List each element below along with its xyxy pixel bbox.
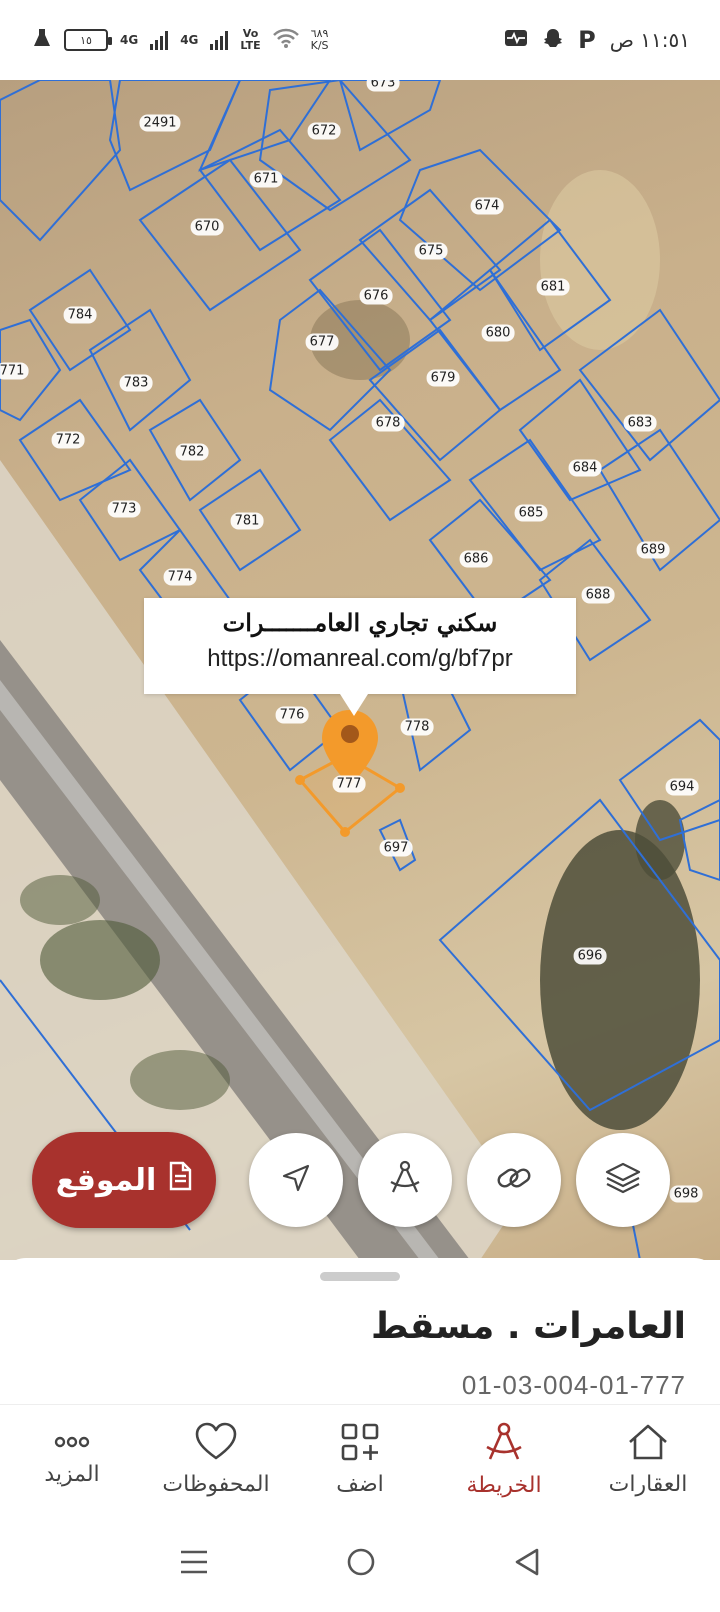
heartbeat-icon <box>504 28 528 53</box>
snapchat-icon <box>542 27 564 54</box>
nav-item-map[interactable]: الخريطة <box>432 1405 576 1514</box>
plot-label[interactable]: 677 <box>305 333 339 351</box>
grid-add-icon <box>340 1422 380 1466</box>
plot-label[interactable]: 679 <box>426 369 460 387</box>
plot-label[interactable]: 772 <box>51 431 85 449</box>
volte-bottom: LTE <box>240 39 261 52</box>
plot-label[interactable]: 678 <box>371 414 405 432</box>
parking-icon: P <box>578 26 596 54</box>
plot-label[interactable]: 670 <box>190 218 224 236</box>
satellite-map[interactable]: 673 2491 672 671 670 674 675 681 676 680… <box>0 80 720 1260</box>
property-location-title: العامرات . مسقط <box>370 1306 686 1347</box>
sheet-drag-handle[interactable] <box>320 1272 400 1281</box>
plot-label[interactable]: 773 <box>107 500 141 518</box>
signal-icon <box>210 30 229 50</box>
plot-label[interactable]: 688 <box>581 586 615 604</box>
wifi-icon <box>272 28 299 53</box>
flask-icon <box>32 27 52 54</box>
nav-label: الخريطة <box>466 1473 542 1498</box>
speed-indicator: ٦٨٩ K/S <box>311 28 329 52</box>
clock: ١١:٥١ ص <box>609 28 690 52</box>
compass-icon <box>482 1421 526 1467</box>
callout-url[interactable]: https://omanreal.com/g/bf7pr <box>144 645 576 673</box>
volte-label: Vo LTE <box>240 28 260 52</box>
plot-label[interactable]: 686 <box>459 550 493 568</box>
navigate-icon <box>279 1161 313 1199</box>
heart-icon <box>194 1422 238 1466</box>
plot-label[interactable]: 685 <box>514 504 548 522</box>
property-code: 01-03-004-01-777 <box>461 1370 686 1400</box>
speed-unit: K/S <box>310 39 329 52</box>
property-sheet[interactable]: العامرات . مسقط 01-03-004-01-777 <box>0 1258 720 1408</box>
plot-label[interactable]: 674 <box>470 197 504 215</box>
signal-label-2: 4G <box>180 33 199 47</box>
plot-label[interactable]: 681 <box>536 278 570 296</box>
plot-label[interactable]: 694 <box>665 778 699 796</box>
plot-label[interactable]: 784 <box>63 306 97 324</box>
plot-label[interactable]: 673 <box>366 80 400 92</box>
nav-item-more[interactable]: المزيد <box>0 1405 144 1514</box>
measure-button[interactable] <box>358 1133 452 1227</box>
layers-icon <box>603 1158 643 1202</box>
battery-icon: ١٥ <box>64 29 112 51</box>
plot-label[interactable]: 778 <box>400 718 434 736</box>
signal-label-1: 4G <box>120 33 139 47</box>
plot-label[interactable]: 2491 <box>139 114 181 132</box>
nav-label: العقارات <box>608 1472 688 1497</box>
battery-level: ١٥ <box>80 33 92 47</box>
plot-label[interactable]: 782 <box>175 443 209 461</box>
link-icon <box>494 1158 534 1202</box>
callout-title: سكني تجاري العامـــــــرات <box>222 608 498 637</box>
plot-label[interactable]: 680 <box>481 324 515 342</box>
plot-label[interactable]: 672 <box>307 122 341 140</box>
home-circle-icon[interactable] <box>346 1547 376 1581</box>
plot-label[interactable]: 771 <box>0 362 29 380</box>
plot-label[interactable]: 776 <box>275 706 309 724</box>
location-button[interactable]: الموقع <box>32 1132 216 1228</box>
plot-label[interactable]: 696 <box>573 947 607 965</box>
nav-item-add[interactable]: اضف <box>288 1405 432 1514</box>
plot-label[interactable]: 683 <box>623 414 657 432</box>
share-link-button[interactable] <box>467 1133 561 1227</box>
compass-measure-icon <box>385 1158 425 1202</box>
plot-label[interactable]: 676 <box>359 287 393 305</box>
navigate-button[interactable] <box>249 1133 343 1227</box>
plot-label[interactable]: 774 <box>163 568 197 586</box>
plot-callout[interactable]: سكني تجاري العامـــــــرات https://omanr… <box>144 598 576 716</box>
plot-label[interactable]: 783 <box>119 374 153 392</box>
status-bar: ١٥ 4G 4G Vo LTE ٦٨٩ K/S P ١١:٥١ ص <box>0 0 720 80</box>
plot-label[interactable]: 781 <box>230 512 264 530</box>
system-navigation <box>0 1516 720 1612</box>
layers-button[interactable] <box>576 1133 670 1227</box>
nav-item-properties[interactable]: العقارات <box>576 1405 720 1514</box>
nav-label: المحفوظات <box>162 1472 270 1497</box>
nav-label: اضف <box>336 1472 384 1497</box>
bottom-navigation: العقارات الخريطة اضف المحفوظات المزيد <box>0 1404 720 1514</box>
more-icon <box>52 1432 92 1456</box>
home-icon <box>626 1422 670 1466</box>
plot-label[interactable]: 697 <box>379 839 413 857</box>
plot-label[interactable]: 698 <box>669 1185 703 1203</box>
plot-label[interactable]: 671 <box>249 170 283 188</box>
back-icon[interactable] <box>513 1547 541 1581</box>
signal-icon <box>150 30 169 50</box>
plot-label[interactable]: 689 <box>636 541 670 559</box>
screen: ١٥ 4G 4G Vo LTE ٦٨٩ K/S P ١١:٥١ ص 673 24… <box>0 0 720 1612</box>
nav-label: المزيد <box>44 1462 100 1487</box>
document-icon <box>168 1161 192 1199</box>
nav-item-saved[interactable]: المحفوظات <box>144 1405 288 1514</box>
plot-label[interactable]: 777 <box>332 775 366 793</box>
location-button-label: الموقع <box>55 1162 157 1198</box>
plot-label[interactable]: 675 <box>414 242 448 260</box>
menu-icon[interactable] <box>179 1549 209 1579</box>
plot-label[interactable]: 684 <box>568 459 602 477</box>
